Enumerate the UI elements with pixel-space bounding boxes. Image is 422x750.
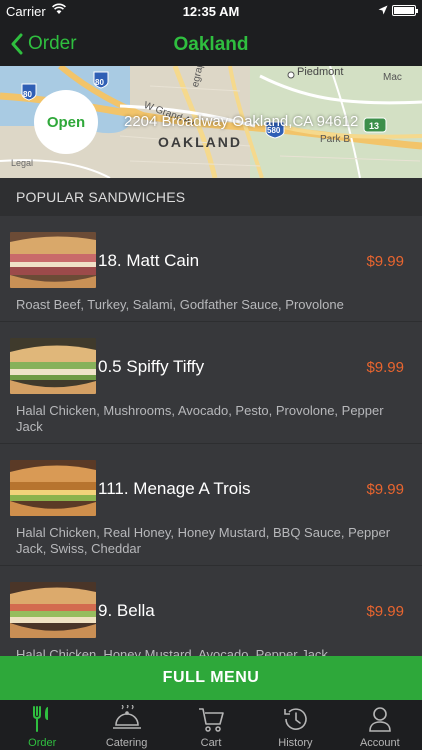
tab-history[interactable]: History <box>253 700 337 750</box>
sandwich-photo <box>10 582 96 638</box>
list-item[interactable]: 111. Menage A Trois $9.99 Halal Chicken,… <box>0 444 422 566</box>
tab-label: History <box>278 737 313 749</box>
history-icon <box>284 708 308 730</box>
item-name: 9. Bella <box>98 601 155 620</box>
location-arrow-icon <box>378 5 388 15</box>
tab-catering[interactable]: Catering <box>84 700 168 750</box>
store-status-badge: Open <box>34 90 98 154</box>
map-legal-link[interactable]: Legal <box>11 158 33 168</box>
tab-order[interactable]: Order <box>0 700 84 750</box>
battery-icon <box>392 5 418 16</box>
tab-label: Order <box>28 737 57 749</box>
map-label-shield-13: 13 <box>369 121 380 131</box>
tab-cart[interactable]: Cart <box>169 700 253 750</box>
map-label-shield-80b: 80 <box>95 78 104 87</box>
item-name: 0.5 Spiffy Tiffy <box>98 357 205 376</box>
item-price: $9.99 <box>366 603 404 620</box>
item-name: 111. Menage A Trois <box>98 479 251 498</box>
page-title: Oakland <box>173 34 249 55</box>
clock: 12:35 AM <box>182 4 240 19</box>
sandwich-photo <box>10 338 96 394</box>
item-name: 18. Matt Cain <box>98 251 200 270</box>
sandwich-photo <box>10 232 96 288</box>
map-label-piedmont: Piedmont <box>297 66 344 78</box>
sandwich-photo <box>10 460 96 516</box>
item-description: Halal Chicken, Real Honey, Honey Mustard… <box>16 525 391 556</box>
map-label-park: Park B <box>320 134 351 145</box>
full-menu-button[interactable]: FULL MENU <box>0 656 422 700</box>
map-label-oakland: OAKLAND <box>158 134 242 150</box>
map-label-shield-80a: 80 <box>23 90 32 99</box>
item-price: $9.99 <box>366 481 404 498</box>
map-label-mac: Mac <box>383 72 402 83</box>
list-item[interactable]: 9. Bella $9.99 Halal Chicken, Honey Must… <box>0 566 422 656</box>
list-item[interactable]: 0.5 Spiffy Tiffy $9.99 Halal Chicken, Mu… <box>0 322 422 444</box>
section-header: POPULAR SANDWICHES <box>0 178 422 216</box>
status-bar: Carrier 12:35 AM <box>0 0 422 22</box>
fork-knife-icon <box>33 706 49 732</box>
sandwich-list[interactable]: 18. Matt Cain $9.99 Roast Beef, Turkey, … <box>0 216 422 656</box>
tab-label: Catering <box>105 737 148 749</box>
tab-bar: Order Catering Cart History Account <box>0 700 422 750</box>
cloche-icon <box>112 705 141 729</box>
tab-label: Account <box>359 737 400 749</box>
person-icon <box>369 707 391 732</box>
item-price: $9.99 <box>366 359 404 376</box>
item-description: Halal Chicken, Mushrooms, Avocado, Pesto… <box>16 403 384 434</box>
item-description: Roast Beef, Turkey, Salami, Godfather Sa… <box>16 297 344 312</box>
store-address[interactable]: 2204 Broadway Oakland,CA 94612 <box>124 113 358 130</box>
list-item[interactable]: 18. Matt Cain $9.99 Roast Beef, Turkey, … <box>0 216 422 322</box>
item-description: Halal Chicken, Honey Mustard, Avocado, P… <box>16 647 328 656</box>
navigation-bar: Order Oakland <box>0 22 422 66</box>
tab-account[interactable]: Account <box>338 700 422 750</box>
tab-label: Cart <box>200 737 222 749</box>
item-price: $9.99 <box>366 253 404 270</box>
cart-icon <box>199 708 224 732</box>
